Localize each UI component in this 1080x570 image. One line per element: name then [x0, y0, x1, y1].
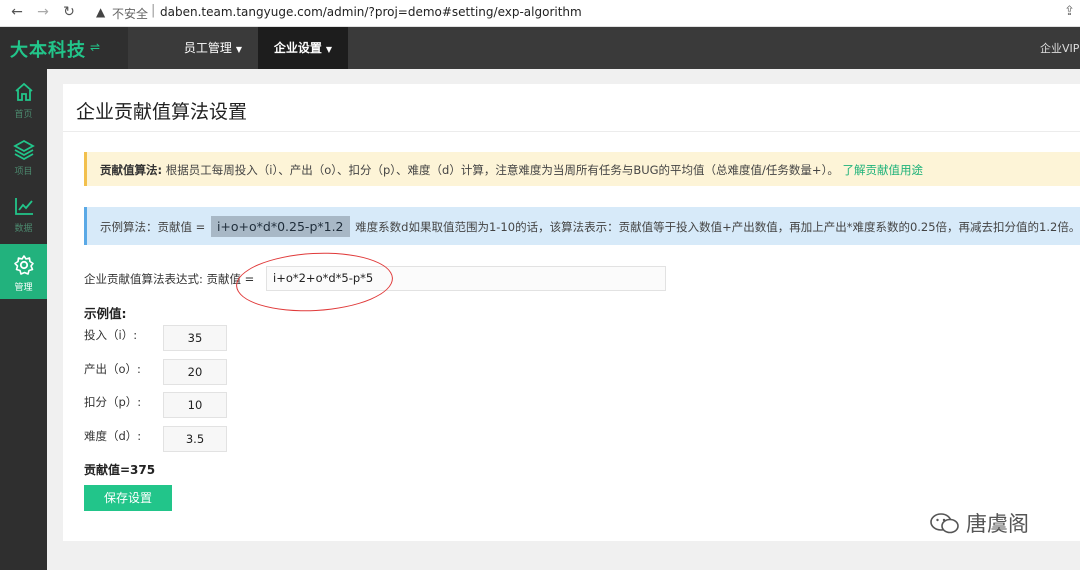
example-formula: i+o+o*d*0.25-p*1.2 [210, 216, 350, 237]
sidebar-label: 项目 [14, 167, 33, 177]
divider [63, 131, 1080, 132]
sidebar: 首页 项目 数据 管理 [0, 69, 47, 570]
input-i-field[interactable]: 35 [163, 325, 227, 351]
vip-status[interactable]: 企业VIP至 [1040, 40, 1080, 56]
algorithm-note-text: 根据员工每周投入（i）、产出（o）、扣分（p）、难度（d）计算，注意难度为当周所… [165, 163, 839, 177]
nav-staff-management[interactable]: 员工管理 ▼ [170, 27, 256, 69]
insecure-label: 不安全 [112, 7, 149, 21]
back-arrow-icon[interactable]: ← [8, 3, 26, 21]
browser-toolbar: ← → ↻ ▲ 不安全 | daben.team.tangyuge.com/ad… [0, 0, 1080, 27]
top-navbar [0, 27, 1080, 69]
example-note: 示例算法：贡献值 = i+o+o*d*0.25-p*1.2 难度系数d如果取值范… [84, 207, 1080, 245]
watermark-text: 唐虞阁 [966, 512, 1029, 536]
algorithm-note: 贡献值算法: 根据员工每周投入（i）、产出（o）、扣分（p）、难度（d）计算，注… [84, 152, 1080, 186]
nav-label: 企业设置 [273, 41, 322, 55]
sidebar-label: 管理 [14, 283, 33, 293]
switch-icon[interactable]: ⇌ [90, 40, 100, 54]
home-icon [15, 82, 33, 101]
wechat-icon [930, 513, 959, 534]
difficulty-d-label: 难度（d）: [84, 429, 142, 443]
penalty-p-label: 扣分（p）: [84, 395, 142, 409]
output-o-label: 产出（o）: [84, 362, 141, 376]
sidebar-item-projects[interactable]: 项目 [0, 128, 47, 183]
contribution-result: 贡献值=375 [84, 463, 156, 477]
expression-label: 企业贡献值算法表达式: 贡献值 = [84, 272, 255, 286]
learn-more-link[interactable]: 了解贡献值用途 [842, 163, 923, 177]
output-o-field[interactable]: 20 [163, 359, 227, 385]
sidebar-item-home[interactable]: 首页 [0, 71, 47, 126]
forward-arrow-icon[interactable]: → [34, 3, 52, 21]
warning-icon[interactable]: ▲ [96, 5, 110, 19]
caret-down-icon: ▼ [325, 45, 333, 54]
sidebar-label: 数据 [14, 224, 33, 234]
algorithm-note-title: 贡献值算法: [100, 163, 163, 177]
sidebar-label: 首页 [14, 110, 33, 120]
address-bar[interactable]: daben.team.tangyuge.com/admin/?proj=demo… [160, 5, 582, 19]
caret-down-icon: ▼ [235, 45, 243, 54]
input-i-label: 投入（i）: [84, 328, 138, 342]
brand-area: 大本科技 ⇌ [0, 27, 128, 69]
gear-icon [14, 255, 34, 275]
penalty-p-field[interactable]: 10 [163, 392, 227, 418]
reload-icon[interactable]: ↻ [60, 3, 78, 21]
nav-label: 员工管理 [183, 41, 232, 55]
page-title: 企业贡献值算法设置 [76, 101, 248, 123]
example-prefix: 示例算法：贡献值 = [100, 220, 206, 234]
sidebar-item-data[interactable]: 数据 [0, 185, 47, 240]
url-separator: | [151, 3, 156, 18]
save-button[interactable]: 保存设置 [84, 485, 172, 511]
layers-icon [13, 139, 35, 160]
brand-logo[interactable]: 大本科技 [10, 36, 86, 62]
share-icon[interactable]: ⇪ [1064, 4, 1075, 19]
difficulty-d-field[interactable]: 3.5 [163, 426, 227, 452]
sample-values-title: 示例值: [84, 306, 127, 321]
sidebar-item-manage[interactable]: 管理 [0, 244, 47, 299]
nav-enterprise-settings[interactable]: 企业设置 ▼ [258, 27, 348, 69]
example-description: 难度系数d如果取值范围为1-10的话，该算法表示：贡献值等于投入数值+产出数值，… [355, 220, 1080, 234]
chart-icon [15, 198, 33, 215]
